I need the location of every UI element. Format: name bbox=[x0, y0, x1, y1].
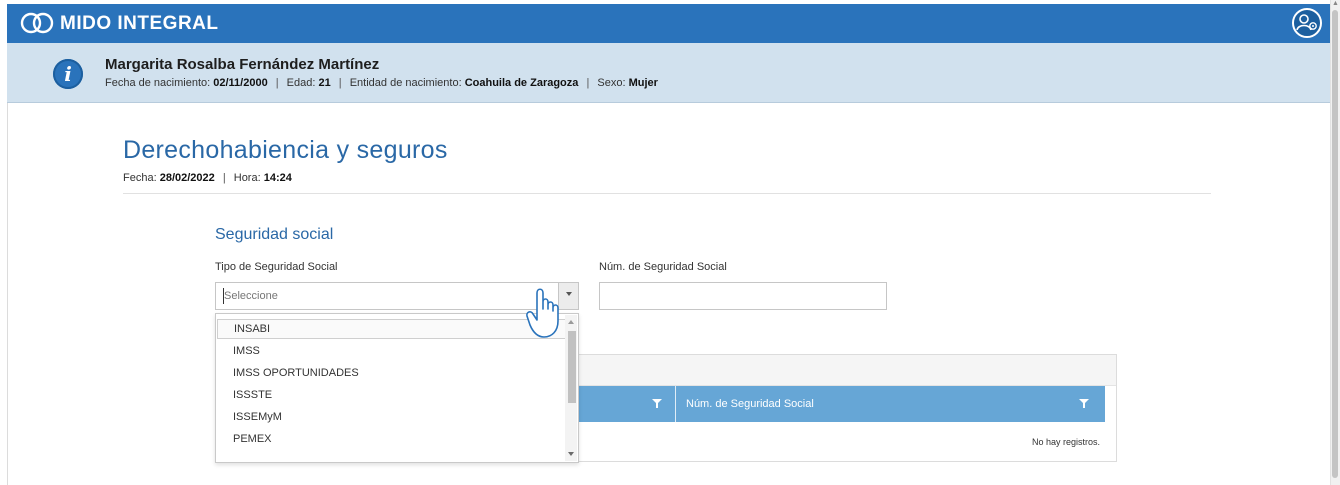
filter-icon[interactable] bbox=[652, 399, 662, 408]
age-value: 21 bbox=[318, 77, 331, 89]
info-icon: i bbox=[53, 59, 83, 89]
sex-label: Sexo: bbox=[597, 77, 626, 89]
app-title: MIDO INTEGRAL bbox=[60, 13, 219, 34]
divider bbox=[123, 193, 1211, 194]
separator: | bbox=[586, 77, 590, 89]
top-app-bar: MIDO INTEGRAL bbox=[7, 4, 1330, 43]
patient-info-band: i Margarita Rosalba Fernández Martínez F… bbox=[7, 43, 1330, 103]
patient-name: Margarita Rosalba Fernández Martínez bbox=[105, 56, 380, 73]
scroll-up-icon[interactable] bbox=[568, 320, 574, 324]
birth-state-value: Coahuila de Zaragoza bbox=[464, 77, 579, 89]
social-security-type-label: Tipo de Seguridad Social bbox=[215, 261, 338, 273]
section-title: Seguridad social bbox=[215, 226, 334, 243]
page: MIDO INTEGRAL ▲ i Margarita Rosalba Fern… bbox=[0, 0, 1340, 485]
chevron-down-icon bbox=[566, 292, 572, 296]
page-title: Derechohabiencia y seguros bbox=[123, 136, 448, 164]
grid-empty-message: No hay registros. bbox=[1031, 437, 1100, 447]
dropdown-option[interactable]: IMSS OPORTUNIDADES bbox=[217, 363, 566, 383]
dropdown-scrollbar[interactable] bbox=[565, 315, 577, 461]
dropdown-option[interactable]: ISSSTE bbox=[217, 385, 566, 405]
patient-details: Fecha de nacimiento: 02/11/2000 | Edad: … bbox=[105, 77, 658, 89]
user-settings-icon bbox=[1296, 14, 1317, 31]
social-security-number-input[interactable] bbox=[599, 282, 887, 310]
combobox-placeholder: Seleccione bbox=[224, 290, 278, 302]
age-label: Edad: bbox=[286, 77, 316, 89]
separator: | bbox=[275, 77, 279, 89]
date-value: 28/02/2022 bbox=[159, 172, 215, 184]
sex-value: Mujer bbox=[628, 77, 658, 89]
time-value: 14:24 bbox=[263, 172, 292, 184]
dropdown-option[interactable]: IMSS bbox=[217, 341, 566, 361]
dob-value: 02/11/2000 bbox=[213, 77, 268, 89]
date-label: Fecha: bbox=[123, 172, 157, 184]
content-border bbox=[7, 103, 8, 485]
page-datetime: Fecha: 28/02/2022 | Hora: 14:24 bbox=[123, 172, 292, 184]
scroll-up-icon[interactable]: ▲ bbox=[1332, 0, 1339, 7]
social-security-number-label: Núm. de Seguridad Social bbox=[599, 261, 727, 273]
dropdown-option[interactable]: PEMEX bbox=[217, 429, 566, 449]
separator: | bbox=[222, 172, 226, 184]
column-separator bbox=[675, 386, 676, 422]
birth-state-label: Entidad de nacimiento: bbox=[349, 77, 462, 89]
separator: | bbox=[338, 77, 342, 89]
column-label: Núm. de Seguridad Social bbox=[686, 398, 814, 410]
user-settings-button[interactable] bbox=[1292, 8, 1322, 38]
dropdown-scrollbar-thumb[interactable] bbox=[568, 331, 576, 403]
grid-column-number[interactable]: Núm. de Seguridad Social bbox=[686, 386, 1105, 422]
dropdown-option[interactable]: ISSEMyM bbox=[217, 407, 566, 427]
dob-label: Fecha de nacimiento: bbox=[105, 77, 211, 89]
linked-rings-icon bbox=[20, 12, 54, 34]
page-scrollbar-thumb[interactable] bbox=[1332, 10, 1338, 478]
time-label: Hora: bbox=[233, 172, 261, 184]
hand-pointer-cursor bbox=[526, 288, 559, 338]
filter-icon[interactable] bbox=[1079, 399, 1089, 408]
dropdown-option[interactable]: INSABI bbox=[217, 319, 566, 339]
scroll-down-icon[interactable] bbox=[568, 452, 574, 456]
